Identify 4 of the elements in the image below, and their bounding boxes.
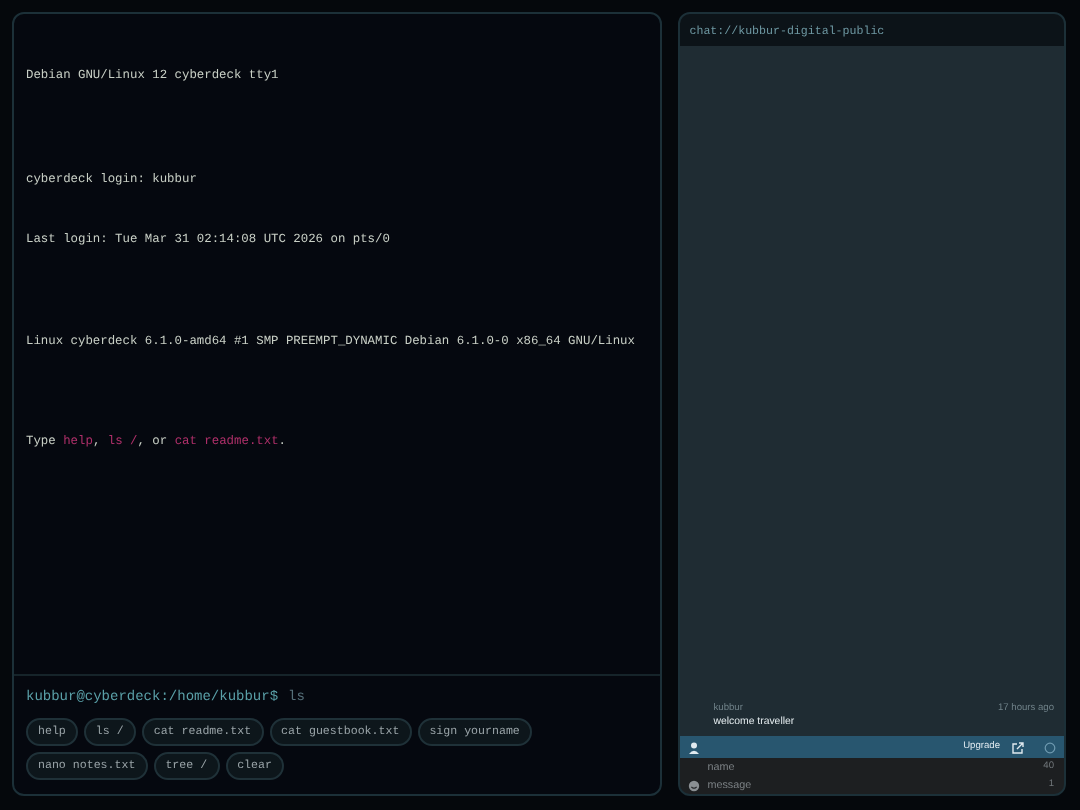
user-icon[interactable]: [687, 741, 700, 753]
external-link-icon[interactable]: [1012, 741, 1024, 753]
circle-icon[interactable]: [1044, 741, 1056, 753]
smiley-icon[interactable]: [687, 779, 700, 791]
